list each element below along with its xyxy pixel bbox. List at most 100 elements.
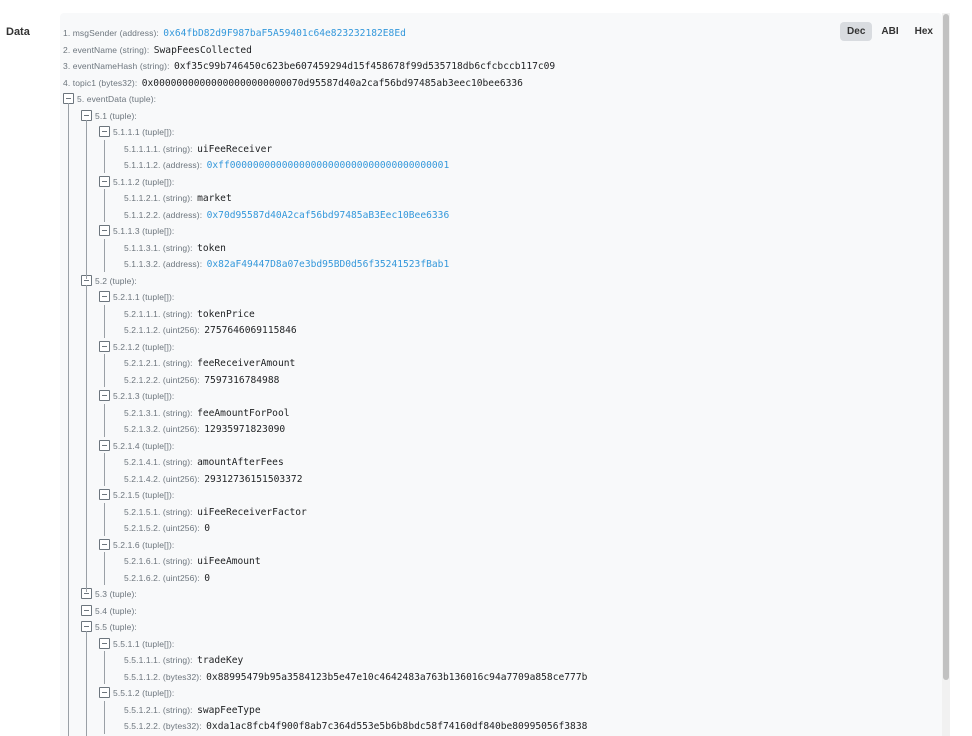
tree-leaf-row: 5.5.1.2.2. (bytes32): 0xda1ac8fcb4f900f8…	[124, 717, 587, 733]
collapse-toggle-icon[interactable]	[99, 637, 110, 649]
tree-node-row: 5.5.1.2 (tuple[]):	[113, 684, 174, 700]
address-link[interactable]: 0x70d95587d40A2caf56bd97485aB3Eec10Bee63…	[207, 210, 450, 221]
field-label: 5.5.1.1.1. (string):	[124, 655, 193, 665]
tree-leaf-row: 5.5.1.2.1. (string): swapFeeType	[124, 701, 261, 717]
field-label: 5.2.1.5 (tuple[]):	[113, 490, 175, 500]
collapse-toggle-icon[interactable]	[99, 291, 110, 302]
collapse-toggle-icon[interactable]	[99, 687, 110, 698]
tree-leaf-row: 5.2.1.5.1. (string): uiFeeReceiverFactor	[124, 503, 307, 519]
tree-leaf-row: 5.2.1.3.2. (uint256): 12935971823090	[124, 420, 285, 436]
tree-guide-line	[104, 321, 105, 338]
tree-leaf-row: 5.1.1.1.2. (address): 0xff00000000000000…	[124, 156, 449, 172]
field-label: 3. eventNameHash (string):	[63, 61, 170, 71]
field-label: 5.2.1.4.1. (string):	[124, 457, 193, 467]
tree-guide-line	[104, 255, 105, 272]
tree-guide-line	[68, 103, 69, 736]
dec-format-button[interactable]: Dec	[840, 22, 873, 41]
tree-guide-line	[104, 238, 105, 255]
tree-guide-line	[104, 156, 105, 173]
hex-format-button[interactable]: Hex	[908, 22, 940, 41]
field-label: 5.2.1.2.1. (string):	[124, 358, 193, 368]
collapse-toggle-icon[interactable]	[99, 489, 110, 500]
tree-guide-line	[104, 502, 105, 519]
tree-leaf-row: 2. eventName (string): SwapFeesCollected	[63, 41, 252, 57]
tree-node-row: 5.2.1.6 (tuple[]):	[113, 536, 174, 552]
tree-guide-line	[104, 667, 105, 684]
tree-leaf-row: 5.5.1.1.2. (bytes32): 0x88995479b95a3584…	[124, 668, 587, 684]
tree-guide-line	[104, 189, 105, 206]
tree-guide-line	[104, 519, 105, 536]
field-label: 5.2.1.1.2. (uint256):	[124, 325, 200, 335]
address-link[interactable]: 0xff000000000000000000000000000000000000…	[207, 160, 450, 171]
tree-guide-line	[104, 552, 105, 569]
tree-guide-line	[104, 139, 105, 156]
field-value: uiFeeReceiverFactor	[197, 506, 307, 518]
field-label: 5.2.1.3.1. (string):	[124, 407, 193, 418]
tree-guide-line	[104, 354, 105, 371]
field-label: 5.2.1.3.2. (uint256):	[124, 424, 200, 434]
event-data-panel: Dec ABI Hex 1. msgSender (address): 0x64…	[60, 13, 942, 736]
tree-leaf-row: 5.2.1.4.2. (uint256): 29312736151503372	[124, 470, 302, 486]
tree-leaf-row: 5.2.1.6.1. (string): uiFeeAmount	[124, 552, 261, 568]
tree-node-row: 5.2 (tuple):	[95, 272, 137, 288]
field-label: 5.2 (tuple):	[95, 275, 137, 286]
tree-leaf-row: 5.2.1.2.2. (uint256): 7597316784988	[124, 371, 279, 387]
tree-guide-line	[104, 700, 105, 717]
collapse-toggle-icon[interactable]	[99, 175, 110, 187]
collapse-toggle-icon[interactable]	[99, 340, 110, 352]
data-section-label: Data	[6, 26, 30, 38]
tree-leaf-row: 5.1.1.3.1. (string): token	[124, 239, 226, 255]
tree-node-row: 5. eventData (tuple):	[77, 90, 156, 106]
tree-leaf-row: 5.2.1.2.1. (string): feeReceiverAmount	[124, 354, 295, 370]
tree-guide-line	[104, 370, 105, 387]
field-label: 5.1.1.3 (tuple[]):	[113, 226, 175, 236]
collapse-toggle-icon[interactable]	[99, 225, 110, 236]
field-value: uiFeeReceiver	[197, 143, 273, 155]
address-link[interactable]: 0x64fbD82d9F987baF5A59401c64e823232182E8…	[163, 28, 406, 39]
field-label: 5.2.1.2.2. (uint256):	[124, 374, 200, 385]
field-label: 5.1.1.2 (tuple[]):	[113, 176, 175, 187]
field-label: 5.5.1.2.2. (bytes32):	[124, 721, 202, 731]
tree-node-row: 5.2.1.5 (tuple[]):	[113, 486, 174, 502]
tree-leaf-row: 5.2.1.1.1. (string): tokenPrice	[124, 305, 255, 321]
field-value: feeReceiverAmount	[197, 358, 296, 369]
field-value: 29312736151503372	[204, 473, 303, 485]
address-link[interactable]: 0x82aF49447D8a07e3bd95BD0d56f35241523fBa…	[207, 259, 450, 270]
field-value: 7597316784988	[204, 374, 280, 386]
collapse-toggle-icon[interactable]	[99, 126, 110, 137]
tree-guide-line	[104, 403, 105, 420]
tree-leaf-row: 5.1.1.2.2. (address): 0x70d95587d40A2caf…	[124, 206, 449, 222]
field-label: 5.1.1.1 (tuple[]):	[113, 127, 175, 137]
tree-leaf-row: 5.2.1.5.2. (uint256): 0	[124, 519, 210, 535]
tree-node-row: 5.1 (tuple):	[95, 107, 137, 123]
tree-node-row: 5.1.1.1 (tuple[]):	[113, 123, 174, 139]
field-label: 5.4 (tuple):	[95, 605, 137, 616]
field-label: 5.2.1.1 (tuple[]):	[113, 292, 175, 302]
field-label: 1. msgSender (address):	[63, 28, 159, 38]
field-label: 5.1.1.1.1. (string):	[124, 143, 193, 154]
field-value: swapFeeType	[197, 704, 261, 716]
format-toggle: Dec ABI Hex	[840, 22, 940, 41]
scrollbar-thumb[interactable]	[943, 14, 949, 680]
field-label: 5.2.1.4 (tuple[]):	[113, 440, 175, 451]
tree-guide-line	[104, 453, 105, 470]
abi-format-button[interactable]: ABI	[874, 22, 905, 41]
field-value: 0	[204, 523, 211, 534]
field-label: 5.1.1.2.2. (address):	[124, 209, 203, 220]
collapse-toggle-icon[interactable]	[99, 538, 110, 550]
tree-leaf-row: 5.2.1.4.1. (string): amountAfterFees	[124, 453, 284, 469]
field-value: tradeKey	[197, 655, 244, 666]
field-label: 5.1 (tuple):	[95, 110, 137, 121]
tree-leaf-row: 5.5.1.1.1. (string): tradeKey	[124, 651, 243, 667]
collapse-toggle-icon[interactable]	[99, 390, 110, 401]
collapse-toggle-icon[interactable]	[99, 439, 110, 451]
field-label: 5.2.1.5.1. (string):	[124, 506, 193, 517]
collapse-toggle-icon[interactable]	[81, 604, 92, 616]
field-label: 5.2.1.5.2. (uint256):	[124, 523, 200, 533]
field-value: 0x00000000000000000000000070d95587d40a2c…	[141, 77, 523, 89]
field-label: 5.5 (tuple):	[95, 622, 137, 632]
field-value: tokenPrice	[197, 308, 255, 320]
field-value: 0	[204, 572, 211, 584]
field-value: uiFeeAmount	[197, 556, 261, 567]
tree-guide-line	[104, 304, 105, 321]
